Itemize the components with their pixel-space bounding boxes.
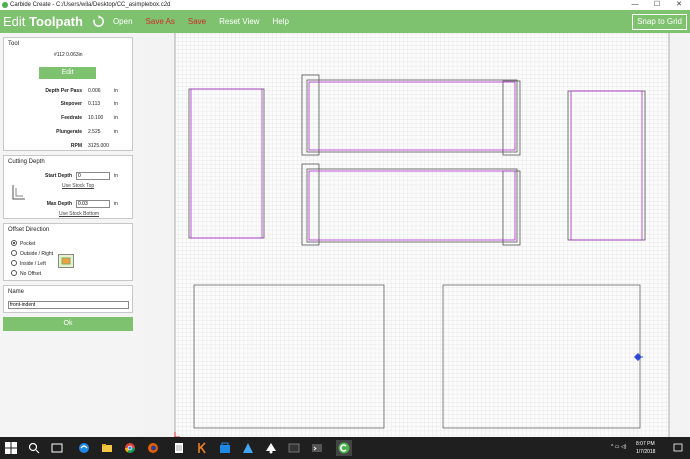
search-icon[interactable] — [28, 442, 40, 454]
stepover-label: Stepover — [60, 101, 82, 107]
offset-pocket-radio[interactable] — [11, 240, 17, 246]
close-button[interactable]: ✕ — [668, 0, 690, 10]
toolpath-name-input[interactable]: front-indent — [8, 301, 129, 309]
taskbar-date: 1/7/2018 — [636, 449, 656, 455]
use-stock-top-link[interactable]: Use Stock Top — [62, 183, 94, 189]
feedrate-unit: in — [114, 115, 118, 121]
minimize-button[interactable]: — — [624, 0, 646, 10]
save-as-menu[interactable]: Save As — [146, 17, 175, 26]
edit-tool-button[interactable]: Edit — [39, 67, 96, 79]
max-depth-label: Max Depth — [46, 201, 72, 207]
offset-inside-label: Inside / Left — [20, 261, 46, 267]
window-titlebar: Carbide Create - C:/Users/wila/Desktop/C… — [0, 0, 690, 10]
offset-outside-label: Outside / Right — [20, 251, 54, 257]
offset-none-label: No Offset — [20, 271, 42, 277]
terminal-icon[interactable] — [311, 442, 323, 454]
tray-indicators: ^ ▭ ◁) — [611, 444, 627, 450]
offset-direction-section: Offset Direction Pocket Outside / Right … — [3, 223, 133, 281]
toolpath-panel: Tool #112 0.063in Edit Depth Per Pass 0.… — [0, 33, 137, 437]
snap-to-grid-button[interactable]: Snap to Grid — [632, 13, 687, 30]
start-depth-unit: in — [114, 173, 118, 179]
canvas-drawing — [174, 33, 670, 437]
edge-browser-icon[interactable] — [78, 442, 90, 454]
rpm-value: 3125.000 — [88, 143, 109, 149]
mode-prefix: Edit — [3, 14, 26, 29]
mode-name: Toolpath — [29, 14, 83, 29]
pocket-preview-icon — [58, 254, 74, 268]
inkscape-icon[interactable] — [265, 442, 277, 454]
tool-section-title: Tool — [8, 41, 20, 47]
firefox-icon[interactable] — [147, 442, 159, 454]
depth-per-pass-value: 0.006 — [88, 88, 101, 94]
windows-taskbar: ^ ▭ ◁) 8:07 PM 1/7/2018 — [0, 437, 690, 459]
use-stock-bottom-link[interactable]: Use Stock Bottom — [59, 211, 99, 217]
offset-direction-title: Offset Direction — [8, 227, 50, 233]
ok-button[interactable]: Ok — [3, 317, 133, 331]
depth-diagram-icon — [12, 185, 25, 200]
plungerate-label: Plungerate — [56, 129, 82, 135]
feedrate-label: Feedrate — [61, 115, 82, 121]
plungerate-unit: in — [114, 129, 118, 135]
offset-outside-radio[interactable] — [11, 250, 17, 256]
window-controls: — ☐ ✕ — [624, 0, 690, 10]
depth-per-pass-unit: in — [114, 88, 118, 94]
window-title: Carbide Create - C:/Users/wila/Desktop/C… — [10, 2, 171, 8]
mode-title: Edit Toolpath — [3, 14, 83, 29]
design-canvas[interactable] — [137, 33, 690, 437]
cutting-depth-title: Cutting Depth — [8, 159, 45, 165]
name-section: Name front-indent — [3, 285, 133, 313]
task-view-icon[interactable] — [51, 442, 63, 454]
maximize-button[interactable]: ☐ — [646, 0, 668, 10]
name-section-title: Name — [8, 289, 25, 295]
store-icon[interactable] — [219, 442, 231, 454]
feedrate-value: 10.100 — [88, 115, 104, 121]
carbide-create-taskbar-icon[interactable] — [336, 440, 352, 456]
reset-view-menu[interactable]: Reset View — [219, 17, 259, 26]
refresh-icon[interactable] — [92, 15, 105, 28]
offset-pocket-label: Pocket — [20, 241, 36, 247]
file-explorer-icon[interactable] — [101, 442, 113, 454]
notifications-icon[interactable] — [672, 442, 684, 454]
tool-name: #112 0.063in — [54, 52, 83, 58]
k-app-icon[interactable] — [196, 442, 208, 454]
save-menu[interactable]: Save — [188, 17, 206, 26]
windows-start-icon[interactable] — [5, 442, 17, 454]
open-menu[interactable]: Open — [113, 17, 133, 26]
max-depth-unit: in — [114, 201, 118, 207]
offset-inside-radio[interactable] — [11, 260, 17, 266]
offset-none-radio[interactable] — [11, 270, 17, 276]
stepover-unit: in — [114, 101, 118, 107]
taskbar-time: 8:07 PM — [636, 441, 655, 447]
chrome-icon[interactable] — [124, 442, 136, 454]
tool-section: Tool #112 0.063in Edit Depth Per Pass 0.… — [3, 37, 133, 151]
plungerate-value: 2.525 — [88, 129, 101, 135]
stepover-value: 0.113 — [88, 101, 101, 107]
media-app-icon[interactable] — [288, 442, 300, 454]
notepad-icon[interactable] — [173, 442, 185, 454]
triangle-app-icon[interactable] — [242, 442, 254, 454]
help-menu[interactable]: Help — [272, 17, 288, 26]
carbide-app-icon — [2, 2, 8, 8]
depth-per-pass-label: Depth Per Pass — [45, 88, 82, 94]
start-depth-input[interactable]: 0 — [76, 172, 110, 180]
canvas-grid — [175, 33, 669, 437]
cutting-depth-section: Cutting Depth Start Depth 0 in Use Stock… — [3, 155, 133, 219]
start-depth-label: Start Depth — [45, 173, 72, 179]
max-depth-input[interactable]: 0.03 — [76, 200, 110, 208]
rpm-label: RPM — [70, 143, 82, 149]
main-toolbar: Edit Toolpath Open Save As Save Reset Vi… — [0, 10, 690, 33]
